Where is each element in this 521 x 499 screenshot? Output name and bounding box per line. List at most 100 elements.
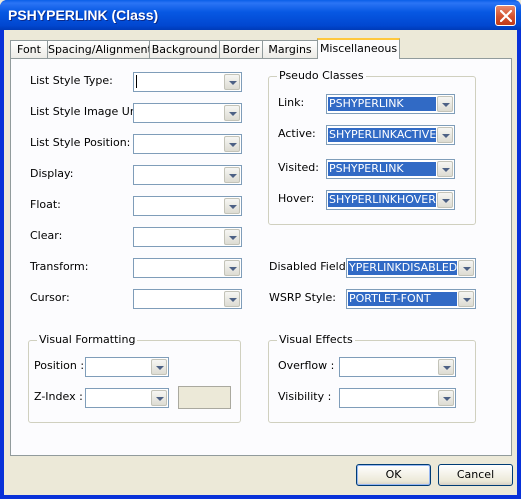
chevron-down-icon[interactable]	[438, 359, 454, 375]
select-value	[135, 261, 223, 275]
visited-select[interactable]: PSHYPERLINK	[326, 159, 455, 179]
chevron-down-icon[interactable]	[458, 260, 474, 276]
select-value: PSHYPERLINK	[328, 97, 436, 111]
wsrp-style-select[interactable]: PORTLET-FONT	[346, 289, 476, 309]
overflow-label: Overflow :	[278, 359, 335, 372]
tab-label: Font	[17, 43, 41, 56]
tab-font[interactable]: Font	[10, 40, 48, 58]
list-style-type-label: List Style Type:	[30, 74, 113, 87]
select-value	[135, 75, 223, 89]
cancel-button[interactable]: Cancel	[438, 464, 513, 486]
chevron-down-icon[interactable]	[224, 260, 240, 276]
visual-effects-group: Visual Effects Overflow : Visibility :	[268, 333, 476, 423]
select-value: PORTLET-FONT	[348, 292, 457, 306]
float-select[interactable]	[133, 196, 242, 216]
tab-label: Margins	[268, 43, 312, 56]
chevron-down-icon[interactable]	[437, 127, 453, 143]
transform-label: Transform:	[30, 260, 89, 273]
disabled-field-select[interactable]: YPERLINKDISABLED	[346, 258, 476, 278]
active-label: Active:	[278, 127, 316, 140]
visual-formatting-title: Visual Formatting	[37, 333, 138, 346]
pseudo-classes-title: Pseudo Classes	[277, 69, 366, 82]
ok-button[interactable]: OK	[356, 464, 431, 486]
zindex-value-input	[178, 386, 231, 409]
chevron-down-icon[interactable]	[151, 390, 167, 406]
active-select[interactable]: SHYPERLINKACTIVE	[326, 125, 455, 145]
list-style-position-select[interactable]	[133, 134, 242, 154]
chevron-down-icon[interactable]	[151, 359, 167, 375]
position-label: Position :	[34, 359, 85, 372]
overflow-select[interactable]	[339, 357, 456, 377]
cursor-select[interactable]	[133, 289, 242, 309]
visibility-select[interactable]	[339, 388, 456, 408]
chevron-down-icon[interactable]	[224, 229, 240, 245]
select-value	[341, 391, 437, 405]
close-button[interactable]	[495, 5, 516, 26]
link-label: Link:	[278, 96, 305, 109]
hover-label: Hover:	[278, 192, 315, 205]
dialog-window: PSHYPERLINK (Class) Font Spacing/Alignme…	[0, 0, 521, 499]
title-bar[interactable]: PSHYPERLINK (Class)	[0, 0, 521, 30]
select-value	[135, 199, 223, 213]
select-value: SHYPERLINKHOVER	[328, 193, 436, 207]
select-value: PSHYPERLINK	[328, 162, 436, 176]
chevron-down-icon[interactable]	[224, 136, 240, 152]
window-title: PSHYPERLINK (Class)	[8, 7, 159, 23]
close-icon	[500, 10, 512, 22]
link-select[interactable]: PSHYPERLINK	[326, 94, 455, 114]
select-value	[135, 137, 223, 151]
tab-border[interactable]: Border	[219, 40, 263, 58]
select-value	[341, 360, 437, 374]
disabled-field-label: Disabled Field:	[269, 260, 350, 273]
visibility-label: Visibility :	[278, 390, 332, 403]
wsrp-style-label: WSRP Style:	[269, 291, 336, 304]
chevron-down-icon[interactable]	[437, 96, 453, 112]
chevron-down-icon[interactable]	[438, 390, 454, 406]
display-select[interactable]	[133, 165, 242, 185]
zindex-label: Z-Index :	[34, 390, 83, 403]
select-value: YPERLINKDISABLED	[348, 261, 457, 275]
zindex-select[interactable]	[85, 388, 169, 408]
visual-effects-title: Visual Effects	[277, 333, 355, 346]
tab-label: Background	[151, 43, 218, 56]
tab-background[interactable]: Background	[149, 40, 220, 58]
tab-spacing-alignment[interactable]: Spacing/Alignment	[47, 40, 152, 58]
chevron-down-icon[interactable]	[458, 291, 474, 307]
tab-label: Miscellaneous	[319, 42, 398, 55]
select-value	[135, 292, 223, 306]
select-value: SHYPERLINKACTIVE	[328, 128, 436, 142]
chevron-down-icon[interactable]	[224, 105, 240, 121]
position-select[interactable]	[85, 357, 169, 377]
pseudo-classes-group: Pseudo Classes Link: PSHYPERLINK Active:…	[268, 69, 476, 225]
transform-select[interactable]	[133, 258, 242, 278]
select-value	[135, 106, 223, 120]
select-value	[87, 360, 150, 374]
chevron-down-icon[interactable]	[224, 167, 240, 183]
chevron-down-icon[interactable]	[224, 198, 240, 214]
select-value	[135, 168, 223, 182]
visited-label: Visited:	[278, 161, 319, 174]
dialog-client: Font Spacing/Alignment Background Border…	[4, 30, 517, 495]
list-style-image-url-label: List Style Image Url:	[30, 105, 142, 118]
list-style-image-url-select[interactable]	[133, 103, 242, 123]
chevron-down-icon[interactable]	[224, 74, 240, 90]
display-label: Display:	[30, 167, 74, 180]
cursor-label: Cursor:	[30, 291, 70, 304]
tab-margins[interactable]: Margins	[262, 40, 318, 58]
tab-miscellaneous[interactable]: Miscellaneous	[317, 38, 400, 59]
clear-select[interactable]	[133, 227, 242, 247]
list-style-position-label: List Style Position:	[30, 136, 131, 149]
float-label: Float:	[30, 198, 61, 211]
clear-label: Clear:	[30, 229, 63, 242]
hover-select[interactable]: SHYPERLINKHOVER	[326, 190, 455, 210]
tab-label: Spacing/Alignment	[48, 43, 152, 56]
tab-label: Border	[222, 43, 260, 56]
list-style-type-select[interactable]	[133, 72, 242, 92]
select-value	[87, 391, 150, 405]
chevron-down-icon[interactable]	[437, 192, 453, 208]
select-value	[135, 230, 223, 244]
visual-formatting-group: Visual Formatting Position : Z-Index :	[28, 333, 241, 423]
chevron-down-icon[interactable]	[437, 161, 453, 177]
tab-panel-miscellaneous: List Style Type: List Style Image Url: L…	[10, 58, 512, 456]
chevron-down-icon[interactable]	[224, 291, 240, 307]
